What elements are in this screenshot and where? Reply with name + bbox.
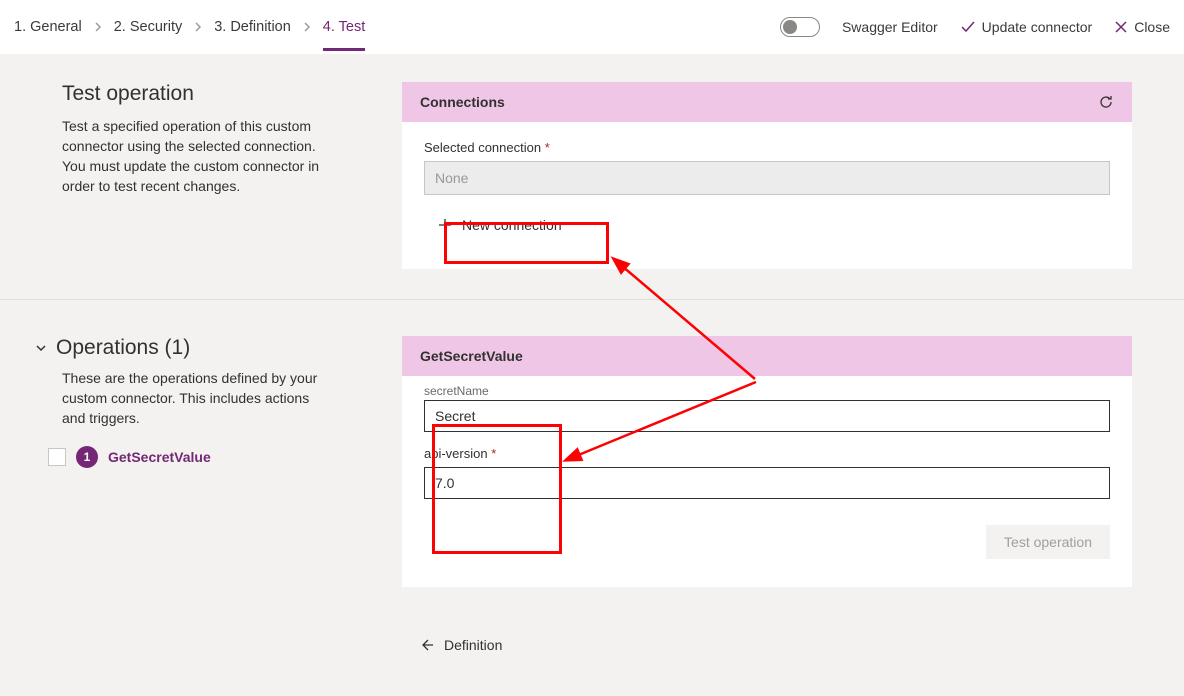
breadcrumb: 1. General 2. Security 3. Definition 4. …: [14, 19, 780, 35]
chevron-right-icon: [301, 21, 313, 33]
plus-icon: [438, 218, 452, 232]
step-definition[interactable]: 3. Definition: [214, 19, 291, 35]
top-actions: Swagger Editor Update connector Close: [780, 17, 1170, 37]
test-operation-button[interactable]: Test operation: [986, 525, 1110, 559]
secretname-input[interactable]: [424, 400, 1110, 432]
operations-desc: These are the operations defined by your…: [62, 368, 322, 428]
back-definition-label: Definition: [444, 637, 502, 653]
connections-body: Selected connection None New connection: [402, 122, 1132, 269]
operations-heading[interactable]: Operations (1): [34, 336, 372, 360]
test-op-left: Test operation Test a specified operatio…: [62, 82, 402, 269]
apiversion-input[interactable]: [424, 467, 1110, 499]
operation-badge: 1: [76, 446, 98, 468]
arrow-left-icon: [418, 637, 434, 653]
wizard-step-bar: 1. General 2. Security 3. Definition 4. …: [0, 0, 1184, 54]
swagger-label: Swagger Editor: [842, 19, 938, 35]
page-body: Test operation Test a specified operatio…: [0, 54, 1184, 696]
section-operations: Operations (1) These are the operations …: [0, 336, 1184, 656]
operation-panel-col: GetSecretValue secretName api-version Te…: [402, 336, 1184, 656]
update-connector-label: Update connector: [982, 19, 1093, 35]
check-icon: [960, 19, 976, 35]
selected-connection-label: Selected connection: [424, 140, 1110, 155]
close-button[interactable]: Close: [1114, 19, 1170, 35]
connections-panel: Connections Selected connection None New…: [402, 82, 1132, 269]
close-label: Close: [1134, 19, 1170, 35]
operation-checkbox[interactable]: [48, 448, 66, 466]
operation-name[interactable]: GetSecretValue: [108, 449, 211, 465]
swagger-toggle[interactable]: [780, 17, 820, 37]
secretname-label-cut: secretName: [424, 384, 1110, 398]
step-general[interactable]: 1. General: [14, 19, 82, 35]
test-op-title: Test operation: [62, 82, 372, 106]
operation-panel: GetSecretValue secretName api-version Te…: [402, 336, 1132, 587]
back-definition-link[interactable]: Definition: [418, 637, 502, 653]
step-security[interactable]: 2. Security: [114, 19, 183, 35]
close-icon: [1114, 20, 1128, 34]
section-test-operation: Test operation Test a specified operatio…: [0, 82, 1184, 269]
chevron-down-icon: [34, 341, 48, 355]
chevron-right-icon: [92, 21, 104, 33]
chevron-right-icon: [192, 21, 204, 33]
new-connection-button[interactable]: New connection: [424, 209, 576, 241]
operation-panel-header: GetSecretValue: [402, 336, 1132, 376]
step-test[interactable]: 4. Test: [323, 19, 365, 35]
operations-heading-label: Operations (1): [56, 336, 190, 360]
section-divider: [0, 299, 1184, 300]
update-connector-button[interactable]: Update connector: [960, 19, 1093, 35]
selected-connection-dropdown[interactable]: None: [424, 161, 1110, 195]
operation-row[interactable]: 1 GetSecretValue: [48, 446, 372, 468]
connections-header-label: Connections: [420, 94, 505, 110]
refresh-icon[interactable]: [1098, 94, 1114, 110]
connections-header: Connections: [402, 82, 1132, 122]
test-op-desc: Test a specified operation of this custo…: [62, 116, 332, 196]
connections-panel-col: Connections Selected connection None New…: [402, 82, 1184, 269]
new-connection-label: New connection: [462, 217, 562, 233]
operations-left: Operations (1) These are the operations …: [62, 336, 402, 656]
apiversion-label: api-version: [424, 446, 1110, 461]
operation-panel-body: secretName api-version Test operation: [402, 376, 1132, 587]
operation-panel-header-label: GetSecretValue: [420, 348, 523, 364]
